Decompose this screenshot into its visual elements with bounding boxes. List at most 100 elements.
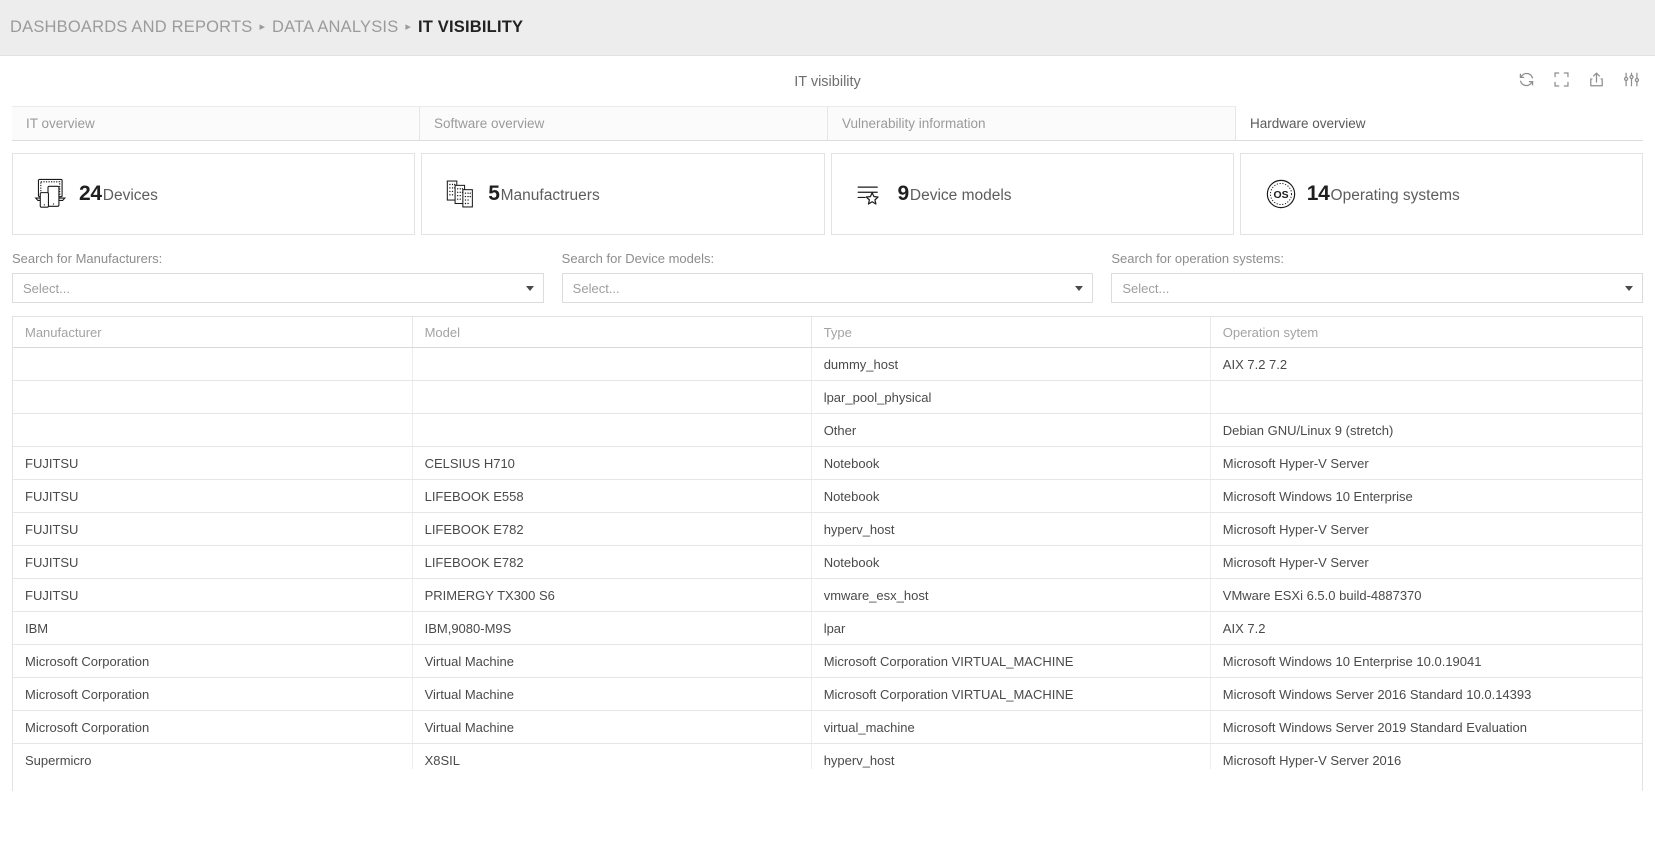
tab-hardware-overview[interactable]: Hardware overview bbox=[1236, 106, 1643, 140]
cell-manufacturer: Microsoft Corporation bbox=[13, 677, 413, 711]
list-star-icon bbox=[850, 171, 894, 217]
cell-type: vmware_esx_host bbox=[811, 578, 1211, 612]
column-header-model[interactable]: Model bbox=[412, 317, 812, 348]
cell-type: Notebook bbox=[811, 545, 1211, 579]
panel-toolbar bbox=[1517, 70, 1641, 89]
table-row[interactable]: FUJITSU LIFEBOOK E782 hyperv_host Microsoft… bbox=[13, 512, 1642, 546]
cell-model: PRIMERGY TX300 S6 bbox=[412, 578, 812, 612]
os-badge-icon: OS bbox=[1259, 171, 1303, 217]
filter-label-operation-systems: Search for operation systems: bbox=[1111, 251, 1285, 266]
column-header-type[interactable]: Type bbox=[811, 317, 1211, 348]
cell-operation-system: Microsoft Windows 10 Enterprise bbox=[1210, 479, 1642, 513]
table-row[interactable]: Microsoft Corporation Virtual Machine Micr… bbox=[13, 644, 1642, 678]
kpi-card-operating-systems[interactable]: OS 14 Operating systems bbox=[1239, 153, 1643, 235]
filter-group-operation-systems: Search for operation systems: Select... bbox=[1111, 251, 1644, 303]
cell-type: Notebook bbox=[811, 446, 1211, 480]
table-row[interactable]: IBM IBM,9080-M9S lpar AIX 7.2 bbox=[13, 611, 1642, 645]
cell-model: Virtual Machine bbox=[412, 710, 812, 744]
cell-manufacturer bbox=[13, 347, 413, 381]
tab-bar: IT overview Software overview Vulnerabil… bbox=[12, 106, 1643, 141]
filter-label-manufacturers: Search for Manufacturers: bbox=[12, 251, 163, 266]
kpi-label-manufacturers: Manufactruers bbox=[500, 187, 600, 204]
cell-type: Microsoft Corporation VIRTUAL_MACHINE bbox=[811, 644, 1211, 678]
cell-type: dummy_host bbox=[811, 347, 1211, 381]
kpi-value-operating-systems: 14 bbox=[1306, 182, 1330, 205]
breadcrumb-separator-icon: ▸ bbox=[259, 21, 266, 33]
export-icon[interactable] bbox=[1587, 70, 1606, 89]
cell-model bbox=[412, 413, 812, 447]
cell-model: CELSIUS H710 bbox=[412, 446, 812, 480]
dashboard-panel: IT visibility IT overview Software overv… bbox=[0, 56, 1655, 860]
kpi-card-row: 24 Devices 5 Manufactruers 9 Device mode… bbox=[12, 153, 1643, 235]
cell-operation-system: Microsoft Windows Server 2019 Standard E… bbox=[1210, 710, 1642, 744]
cell-type: hyperv_host bbox=[811, 743, 1211, 769]
cell-type: Other bbox=[811, 413, 1211, 447]
table-row[interactable]: Other Debian GNU/Linux 9 (stretch) bbox=[13, 413, 1642, 447]
cell-operation-system: Microsoft Windows 10 Enterprise 10.0.190… bbox=[1210, 644, 1642, 678]
cell-manufacturer: FUJITSU bbox=[13, 545, 413, 579]
table-row[interactable]: FUJITSU LIFEBOOK E782 Notebook Microsoft Hy… bbox=[13, 545, 1642, 579]
table-row[interactable]: FUJITSU LIFEBOOK E558 Notebook Microsoft Wi… bbox=[13, 479, 1642, 513]
kpi-label-operating-systems: Operating systems bbox=[1330, 187, 1460, 204]
column-header-manufacturer[interactable]: Manufacturer bbox=[13, 317, 413, 348]
cell-type: Notebook bbox=[811, 479, 1211, 513]
table-row[interactable]: Microsoft Corporation Virtual Machine virt… bbox=[13, 710, 1642, 744]
kpi-card-manufacturers[interactable]: 5 Manufactruers bbox=[421, 153, 825, 235]
manufacturer-select[interactable]: Select... bbox=[12, 273, 544, 303]
table-row[interactable]: lpar_pool_physical bbox=[13, 380, 1642, 414]
filter-label-device-models: Search for Device models: bbox=[561, 251, 715, 266]
cell-manufacturer: Supermicro bbox=[13, 743, 413, 769]
cell-model: LIFEBOOK E782 bbox=[412, 545, 812, 579]
hardware-table: Manufacturer Model Type Operation sytem … bbox=[13, 317, 1642, 769]
tab-it-overview[interactable]: IT overview bbox=[12, 106, 420, 140]
table-row[interactable]: dummy_host AIX 7.2 7.2 bbox=[13, 347, 1642, 381]
table-header: Manufacturer Model Type Operation sytem bbox=[13, 317, 1642, 348]
kpi-card-device-models[interactable]: 9 Device models bbox=[830, 153, 1234, 235]
column-header-operation-system[interactable]: Operation sytem bbox=[1210, 317, 1642, 348]
cell-model bbox=[412, 347, 812, 381]
table-row[interactable]: Supermicro X8SIL hyperv_host Microsoft Hype… bbox=[13, 743, 1642, 769]
device-model-select-value: Select... bbox=[572, 280, 620, 296]
cell-model: LIFEBOOK E558 bbox=[412, 479, 812, 513]
kpi-label-device-models: Device models bbox=[909, 187, 1012, 204]
cell-manufacturer: FUJITSU bbox=[13, 446, 413, 480]
cell-operation-system: Microsoft Hyper-V Server bbox=[1210, 545, 1642, 579]
cell-type: virtual_machine bbox=[811, 710, 1211, 744]
chevron-down-icon bbox=[1075, 285, 1084, 291]
cell-operation-system bbox=[1210, 380, 1642, 414]
cell-operation-system: AIX 7.2 bbox=[1210, 611, 1642, 645]
cell-manufacturer bbox=[13, 413, 413, 447]
cell-manufacturer: FUJITSU bbox=[13, 578, 413, 612]
operation-system-select[interactable]: Select... bbox=[1111, 273, 1644, 303]
kpi-card-devices[interactable]: 24 Devices bbox=[12, 153, 416, 235]
breadcrumb: DASHBOARDS AND REPORTS ▸ DATA ANALYSIS ▸… bbox=[0, 0, 1655, 56]
hardware-table-container[interactable]: Manufacturer Model Type Operation sytem … bbox=[12, 316, 1643, 769]
breadcrumb-item-data-analysis[interactable]: DATA ANALYSIS bbox=[272, 18, 398, 37]
tab-vulnerability-information[interactable]: Vulnerability information bbox=[828, 106, 1236, 140]
cell-type: hyperv_host bbox=[811, 512, 1211, 546]
refresh-icon[interactable] bbox=[1517, 70, 1536, 89]
breadcrumb-item-dashboards-and-reports[interactable]: DASHBOARDS AND REPORTS bbox=[10, 18, 252, 37]
filter-group-device-models: Search for Device models: Select... bbox=[561, 251, 1094, 303]
settings-sliders-icon[interactable] bbox=[1622, 70, 1641, 89]
cell-manufacturer: FUJITSU bbox=[13, 512, 413, 546]
table-row[interactable]: Microsoft Corporation Virtual Machine Micr… bbox=[13, 677, 1642, 711]
buildings-icon bbox=[440, 171, 484, 217]
tab-software-overview[interactable]: Software overview bbox=[420, 106, 828, 140]
chevron-down-icon bbox=[1625, 285, 1634, 291]
filter-row: Search for Manufacturers: Select... Sear… bbox=[12, 251, 1644, 303]
cell-operation-system: Microsoft Windows Server 2016 Standard 1… bbox=[1210, 677, 1642, 711]
device-model-select[interactable]: Select... bbox=[561, 273, 1094, 303]
fullscreen-icon[interactable] bbox=[1552, 70, 1571, 89]
table-body: dummy_host AIX 7.2 7.2 lpar_pool_physical O… bbox=[13, 347, 1642, 769]
cell-type: lpar_pool_physical bbox=[811, 380, 1211, 414]
table-row[interactable]: FUJITSU PRIMERGY TX300 S6 vmware_esx_host V… bbox=[13, 578, 1642, 612]
cell-manufacturer: Microsoft Corporation bbox=[13, 710, 413, 744]
cell-operation-system: Microsoft Hyper-V Server bbox=[1210, 512, 1642, 546]
table-row[interactable]: FUJITSU CELSIUS H710 Notebook Microsoft Hyp… bbox=[13, 446, 1642, 480]
cell-manufacturer: Microsoft Corporation bbox=[13, 644, 413, 678]
table-bottom-strip bbox=[12, 769, 1643, 791]
cell-operation-system: VMware ESXi 6.5.0 build-4887370 bbox=[1210, 578, 1642, 612]
kpi-label-devices: Devices bbox=[102, 187, 158, 204]
table-header-row: Manufacturer Model Type Operation sytem bbox=[13, 317, 1642, 348]
